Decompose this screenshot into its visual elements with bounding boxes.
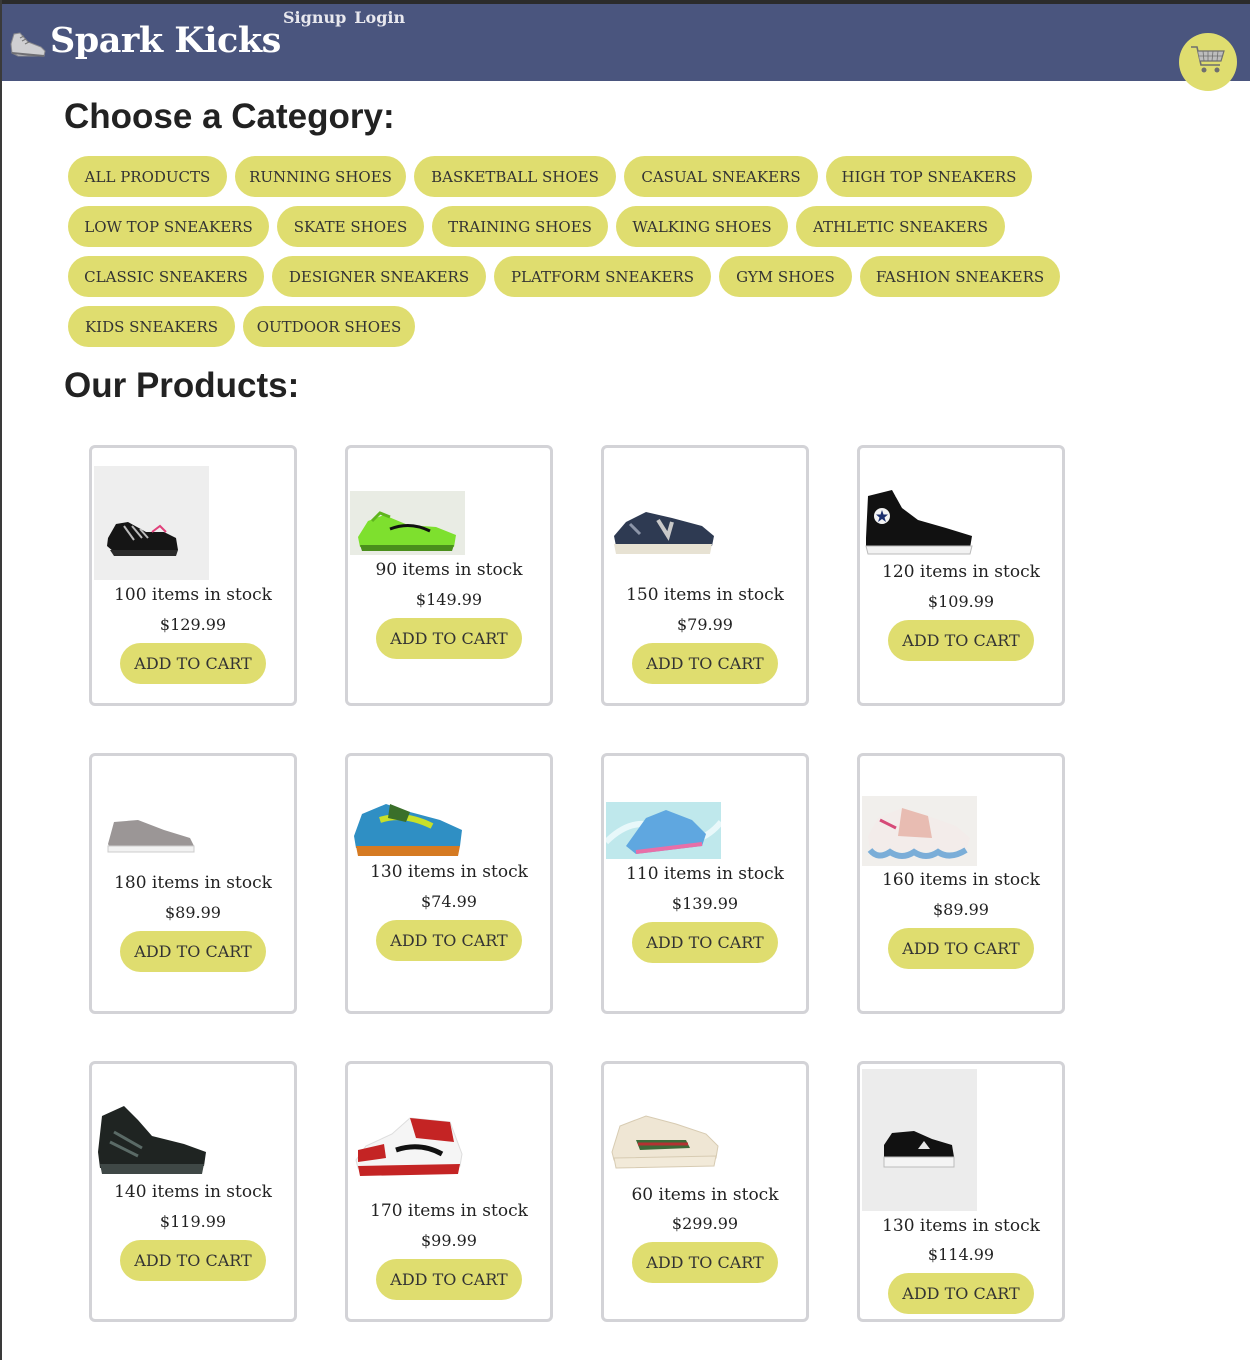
product-card: 60 items in stock $299.99 ADD TO CART [601,1061,809,1322]
product-image[interactable] [606,802,721,859]
product-card: 110 items in stock $139.99 ADD TO CART [601,753,809,1014]
brand-name: Spark Kicks [50,19,281,61]
category-athletic-sneakers[interactable]: Athletic Sneakers [796,206,1005,247]
products-heading: Our Products: [64,366,300,405]
price-label: $109.99 [927,592,995,611]
add-to-cart-button[interactable]: ADD TO CART [120,1240,266,1281]
category-heading: Choose a Category: [64,97,395,136]
add-to-cart-button[interactable]: ADD TO CART [888,620,1034,661]
category-casual-sneakers[interactable]: Casual Sneakers [624,156,818,197]
category-row: Low Top Sneakers Skate Shoes Training Sh… [68,206,1068,247]
add-to-cart-button[interactable]: ADD TO CART [120,643,266,684]
product-image[interactable] [350,491,465,555]
site-header: Spark Kicks Signup Login [2,4,1250,91]
category-row: All Products Running Shoes Basketball Sh… [68,156,1068,197]
auth-links: Signup Login [283,8,405,27]
category-walking-shoes[interactable]: Walking Shoes [616,206,788,247]
price-label: $99.99 [421,1231,477,1250]
category-training-shoes[interactable]: Training Shoes [432,206,608,247]
price-label: $149.99 [415,590,483,609]
product-image[interactable] [350,796,465,860]
add-to-cart-button[interactable]: ADD TO CART [888,928,1034,969]
category-outdoor-shoes[interactable]: Outdoor Shoes [243,306,415,347]
stock-label: 130 items in stock [370,862,528,882]
price-label: $129.99 [159,615,227,634]
product-card: 180 items in stock $89.99 ADD TO CART [89,753,297,1014]
product-image[interactable] [94,1102,209,1178]
product-card: 120 items in stock $109.99 ADD TO CART [857,445,1065,706]
category-high-top-sneakers[interactable]: High Top Sneakers [826,156,1032,197]
product-image[interactable] [862,486,977,558]
category-running-shoes[interactable]: Running Shoes [235,156,406,197]
add-to-cart-button[interactable]: ADD TO CART [888,1273,1034,1314]
brand[interactable]: Spark Kicks [8,20,281,60]
product-card: 90 items in stock $149.99 ADD TO CART [345,445,553,706]
product-card: 100 items in stock $129.99 ADD TO CART [89,445,297,706]
add-to-cart-button[interactable]: ADD TO CART [376,1259,522,1300]
add-to-cart-button[interactable]: ADD TO CART [376,618,522,659]
product-image[interactable] [94,466,209,580]
stock-label: 100 items in stock [114,585,272,605]
category-low-top-sneakers[interactable]: Low Top Sneakers [68,206,269,247]
cart-button[interactable] [1179,33,1237,91]
product-image[interactable] [350,1114,465,1180]
stock-label: 150 items in stock [626,585,784,605]
add-to-cart-button[interactable]: ADD TO CART [632,1242,778,1283]
category-gym-shoes[interactable]: Gym Shoes [719,256,852,297]
product-card: 130 items in stock $114.99 ADD TO CART [857,1061,1065,1322]
add-to-cart-button[interactable]: ADD TO CART [376,920,522,961]
stock-label: 90 items in stock [375,560,523,580]
price-label: $79.99 [677,615,733,634]
category-basketball-shoes[interactable]: Basketball Shoes [414,156,616,197]
price-label: $299.99 [671,1214,739,1233]
product-image[interactable] [606,494,721,558]
stock-label: 130 items in stock [882,1216,1040,1236]
product-card: 160 items in stock $89.99 ADD TO CART [857,753,1065,1014]
product-card: 170 items in stock $99.99 ADD TO CART [345,1061,553,1322]
stock-label: 120 items in stock [882,562,1040,582]
category-fashion-sneakers[interactable]: Fashion Sneakers [860,256,1060,297]
stock-label: 180 items in stock [114,873,272,893]
cart-icon [1190,44,1226,80]
price-label: $139.99 [671,894,739,913]
product-card: 130 items in stock $74.99 ADD TO CART [345,753,553,1014]
sneaker-icon [8,20,48,60]
product-image[interactable] [606,1110,721,1170]
product-card: 140 items in stock $119.99 ADD TO CART [89,1061,297,1322]
product-image[interactable] [862,1069,977,1211]
category-all-products[interactable]: All Products [68,156,227,197]
stock-label: 160 items in stock [882,870,1040,890]
product-image[interactable] [94,808,209,858]
stock-label: 140 items in stock [114,1182,272,1202]
price-label: $89.99 [165,903,221,922]
price-label: $114.99 [927,1245,995,1264]
signup-link[interactable]: Signup [283,8,346,27]
login-link[interactable]: Login [354,8,405,27]
stock-label: 110 items in stock [626,864,784,884]
category-kids-sneakers[interactable]: Kids Sneakers [68,306,235,347]
category-classic-sneakers[interactable]: Classic Sneakers [68,256,264,297]
price-label: $119.99 [159,1212,227,1231]
stock-label: 60 items in stock [631,1185,779,1205]
price-label: $74.99 [421,892,477,911]
price-label: $89.99 [933,900,989,919]
category-list: All Products Running Shoes Basketball Sh… [68,156,1068,356]
category-platform-sneakers[interactable]: Platform Sneakers [494,256,711,297]
add-to-cart-button[interactable]: ADD TO CART [120,931,266,972]
category-designer-sneakers[interactable]: Designer Sneakers [272,256,486,297]
add-to-cart-button[interactable]: ADD TO CART [632,643,778,684]
product-card: 150 items in stock $79.99 ADD TO CART [601,445,809,706]
add-to-cart-button[interactable]: ADD TO CART [632,922,778,963]
category-row: Kids Sneakers Outdoor Shoes [68,306,1068,347]
category-row: Classic Sneakers Designer Sneakers Platf… [68,256,1068,297]
category-skate-shoes[interactable]: Skate Shoes [277,206,424,247]
stock-label: 170 items in stock [370,1201,528,1221]
product-image[interactable] [862,796,977,866]
